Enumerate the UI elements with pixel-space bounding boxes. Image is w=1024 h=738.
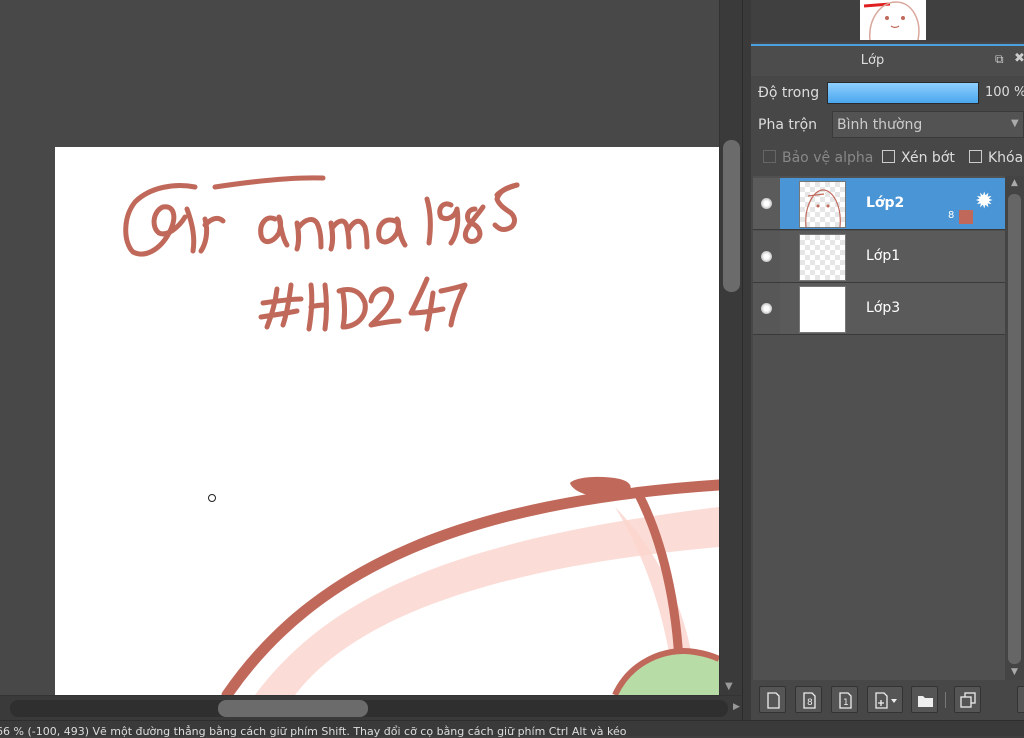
new-folder-icon (918, 696, 933, 707)
layer-panel-title: Lớp (860, 53, 885, 68)
canvas-vertical-scrollbar[interactable]: ▼ (719, 0, 743, 698)
canvas-horizontal-scrollbar[interactable]: ▶ (0, 695, 742, 721)
layer-color-swatch (959, 210, 973, 224)
layer-row-lop1[interactable]: Lớp1 (753, 231, 1005, 283)
layer-list: Lớp2 8 ✹ Lớp1 Lớp3 (753, 176, 1005, 680)
layer-thumbnail (799, 181, 846, 228)
eye-icon (761, 251, 772, 262)
svg-text:8: 8 (807, 698, 813, 708)
checkbox-box (763, 150, 776, 163)
opacity-value: 100 % (985, 85, 1024, 100)
clipping-label: Xén bớt (901, 150, 955, 166)
visibility-toggle[interactable] (753, 178, 780, 229)
new-layer-button[interactable] (759, 686, 786, 713)
close-icon[interactable]: ✖ (1014, 51, 1024, 66)
horizontal-scroll-thumb[interactable] (218, 700, 368, 717)
layer-name: Lớp1 (866, 248, 901, 264)
visibility-toggle[interactable] (753, 283, 780, 334)
blend-mode-label: Pha trộn (758, 117, 818, 133)
layer-panel: Lớp ⧉ ✖ Độ trong 100 % Pha trộn Bình thư… (751, 0, 1024, 720)
toolbar-separator (945, 692, 946, 708)
eye-icon (761, 303, 772, 314)
duplicate-layer-icon (960, 692, 976, 708)
new-folder-button[interactable] (911, 686, 938, 713)
layer-thumbnail-image (805, 189, 841, 227)
new-8bit-layer-icon: 8 (803, 692, 816, 709)
layer-badge-number: 8 (948, 210, 955, 221)
blend-mode-select[interactable]: Bình thường ▼ (832, 111, 1024, 138)
new-8bit-layer-button[interactable]: 8 (795, 686, 822, 713)
layer-row-lop3[interactable]: Lớp3 (753, 283, 1005, 335)
layer-row-lop2[interactable]: Lớp2 8 ✹ (753, 178, 1005, 230)
popout-icon[interactable]: ⧉ (995, 52, 1004, 67)
scroll-down-icon[interactable]: ▼ (725, 681, 733, 692)
layer-list-scrollbar[interactable]: ▲ ▼ (1005, 176, 1024, 680)
scroll-up-icon[interactable]: ▲ (1011, 178, 1018, 188)
layer-thumbnail (799, 286, 846, 333)
new-layer-icon (767, 692, 780, 709)
lock-checkbox[interactable]: Khóa (969, 150, 1023, 166)
drawing-canvas[interactable] (55, 147, 719, 695)
navigator-strip (751, 0, 1024, 42)
status-text: 66 % (-100, 493) Vẽ một đường thẳng bằng… (0, 725, 627, 738)
layer-thumbnail (799, 234, 846, 281)
checkbox-box (969, 150, 982, 163)
svg-text:1: 1 (843, 698, 849, 708)
eye-icon (761, 198, 772, 209)
clipping-checkbox[interactable]: Xén bớt (882, 150, 955, 166)
lock-label: Khóa (988, 150, 1024, 166)
more-button[interactable] (1017, 686, 1024, 713)
layer-name: Lớp3 (866, 300, 901, 316)
add-layer-menu-icon (875, 692, 897, 709)
visibility-toggle[interactable] (753, 231, 780, 282)
layer-toolbar: 8 1 (751, 680, 1024, 720)
layer-name: Lớp2 (866, 195, 905, 211)
duplicate-layer-button[interactable] (954, 686, 981, 713)
opacity-label: Độ trong (758, 85, 820, 101)
layer-scroll-thumb[interactable] (1008, 194, 1021, 664)
protect-alpha-checkbox[interactable]: Bảo vệ alpha (763, 150, 873, 166)
brush-cursor (208, 494, 216, 502)
gear-icon[interactable]: ✹ (975, 191, 993, 213)
blend-mode-value: Bình thường (837, 117, 923, 133)
horizontal-scroll-track[interactable] (10, 700, 728, 717)
add-layer-menu-button[interactable] (867, 686, 903, 713)
new-1bit-layer-button[interactable]: 1 (831, 686, 858, 713)
status-bar: 66 % (-100, 493) Vẽ một đường thẳng bằng… (0, 720, 1024, 738)
new-1bit-layer-icon: 1 (839, 692, 852, 709)
opacity-slider-fill (828, 83, 978, 103)
canvas-area[interactable] (0, 0, 742, 720)
checkbox-box (882, 150, 895, 163)
opacity-slider[interactable] (827, 82, 979, 104)
handwritten-signature (123, 175, 520, 332)
vertical-scroll-thumb[interactable] (723, 140, 740, 292)
protect-alpha-label: Bảo vệ alpha (782, 150, 874, 166)
navigator-preview[interactable] (860, 0, 926, 40)
scroll-down-icon[interactable]: ▼ (1011, 667, 1018, 677)
navigator-preview-image (860, 0, 926, 40)
canvas-artwork (123, 175, 719, 695)
chevron-down-icon: ▼ (1011, 118, 1019, 129)
layer-panel-header: Lớp ⧉ ✖ (751, 44, 1024, 76)
scroll-right-icon[interactable]: ▶ (733, 702, 740, 712)
